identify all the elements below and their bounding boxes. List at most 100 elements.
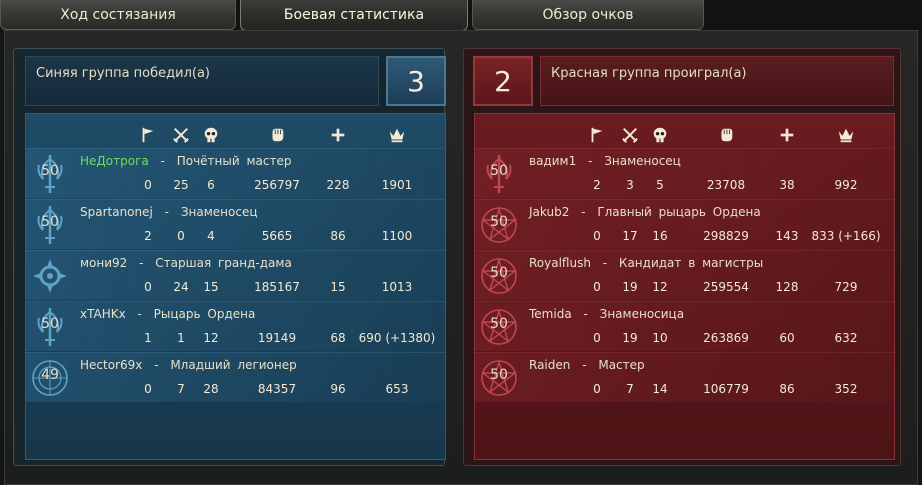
- stat-heal: 38: [779, 178, 795, 192]
- player-name[interactable]: Jakub2: [529, 205, 569, 219]
- plus-icon: [325, 122, 351, 148]
- player-row[interactable]: 50 Jakub2 - Главный рыцарь Ордена 0 17 16 298…: [475, 199, 894, 249]
- fist-icon: [264, 122, 290, 148]
- stat-points: 1013: [381, 280, 413, 294]
- stat-damage: 84357: [257, 382, 297, 396]
- stat-kills: 19: [622, 331, 638, 345]
- player-name[interactable]: Spartanonej: [80, 205, 153, 219]
- stat-deaths: 28: [203, 382, 219, 396]
- stat-deaths: 16: [652, 229, 668, 243]
- stat-points: 352: [834, 382, 858, 396]
- stat-heal: 228: [326, 178, 350, 192]
- blue-team-result: Синяя группа победил(а): [25, 56, 379, 106]
- player-name[interactable]: вадим1: [529, 154, 576, 168]
- stat-kills: 0: [177, 229, 185, 243]
- stat-points: 653: [385, 382, 409, 396]
- tab-label: Ход состязания: [60, 6, 176, 23]
- red-result-text: Красная группа проиграл(а): [551, 66, 747, 81]
- stat-flags: 2: [593, 178, 601, 192]
- stat-kills: 3: [626, 178, 634, 192]
- player-name[interactable]: НеДотрога: [80, 154, 149, 168]
- player-row[interactable]: 50 xTAHKx - Рыцарь Ордена 1 1 12 19149 68 690 (…: [26, 301, 445, 351]
- stat-flags: 0: [593, 331, 601, 345]
- player-row[interactable]: 50 Royalflush - Кандидат в магистры 0 19 12 2…: [475, 250, 894, 300]
- stat-flags: 0: [144, 280, 152, 294]
- stat-damage: 106779: [703, 382, 749, 396]
- blue-result-text: Синяя группа победил(а): [36, 66, 210, 81]
- stat-heal: 143: [775, 229, 799, 243]
- name-separator: -: [574, 205, 593, 219]
- stat-kills: 25: [173, 178, 189, 192]
- stat-deaths: 4: [207, 229, 215, 243]
- stat-deaths: 14: [652, 382, 668, 396]
- name-separator: -: [581, 154, 600, 168]
- tab-match-progress[interactable]: Ход состязания: [0, 0, 236, 30]
- name-separator: -: [157, 205, 176, 219]
- player-level: 50: [490, 316, 508, 332]
- player-row[interactable]: 50 НеДотрога - Почётный мастер 0 25 6 256797 2…: [26, 148, 445, 198]
- player-name[interactable]: Raiden: [529, 358, 570, 372]
- stat-heal: 86: [779, 382, 795, 396]
- blue-team-score: 3: [386, 56, 446, 106]
- tab-bar: Ход состязания Боевая статистика Обзор о…: [0, 0, 922, 31]
- player-level: 50: [490, 163, 508, 179]
- stat-damage: 5665: [261, 229, 293, 243]
- stat-deaths: 12: [652, 280, 668, 294]
- player-row[interactable]: 50 Spartanonej - Знаменосец 2 0 4 5665 86 1100: [26, 199, 445, 249]
- player-level: 50: [490, 265, 508, 281]
- player-row[interactable]: 49 Hector69x - Младший легионер 0 7 28 84357 9…: [26, 352, 445, 402]
- stat-heal: 128: [775, 280, 799, 294]
- name-separator: -: [575, 358, 594, 372]
- name-separator: -: [153, 154, 172, 168]
- fist-icon: [713, 122, 739, 148]
- name-separator: -: [130, 307, 149, 321]
- player-name-title: мони92 - Старшая гранд-дама: [80, 256, 292, 270]
- blue-score-value: 3: [407, 64, 425, 98]
- player-name-title: Jakub2 - Главный рыцарь Ордена: [529, 205, 761, 219]
- player-name-title: НеДотрога - Почётный мастер: [80, 154, 291, 168]
- player-name-title: вадим1 - Знаменосец: [529, 154, 681, 168]
- stat-damage: 263869: [703, 331, 749, 345]
- stat-points: 833 (+166): [811, 229, 881, 243]
- stat-deaths: 5: [656, 178, 664, 192]
- player-level: 50: [490, 214, 508, 230]
- stat-points: 632: [834, 331, 858, 345]
- player-level: 49: [41, 367, 59, 383]
- player-title: Знаменосица: [599, 307, 685, 321]
- player-row[interactable]: мони92 - Старшая гранд-дама 0 24 15 185167 15…: [26, 250, 445, 300]
- player-level: 50: [41, 316, 59, 332]
- player-row[interactable]: 50 Raiden - Мастер 0 7 14 106779 86 352: [475, 352, 894, 402]
- player-name[interactable]: Temida: [529, 307, 572, 321]
- player-title: Почётный мастер: [176, 154, 292, 168]
- player-name-title: Temida - Знаменосица: [529, 307, 684, 321]
- player-name[interactable]: Royalflush: [529, 256, 591, 270]
- tab-battle-stats[interactable]: Боевая статистика: [240, 0, 468, 31]
- player-name-title: xTAHKx - Рыцарь Ордена: [80, 307, 255, 321]
- player-name[interactable]: xTAHKx: [80, 307, 126, 321]
- player-row[interactable]: 50 Temida - Знаменосица 0 19 10 263869 60 632: [475, 301, 894, 351]
- name-separator: -: [132, 256, 151, 270]
- stat-heal: 68: [330, 331, 346, 345]
- tab-label: Обзор очков: [542, 6, 634, 23]
- player-name[interactable]: мони92: [80, 256, 127, 270]
- stat-damage: 256797: [254, 178, 300, 192]
- player-row[interactable]: 50 вадим1 - Знаменосец 2 3 5 23708 38 992: [475, 148, 894, 198]
- crossed-swords-icon: [617, 122, 643, 148]
- tab-label: Боевая статистика: [283, 7, 425, 23]
- stat-deaths: 15: [203, 280, 219, 294]
- player-name-title: Raiden - Мастер: [529, 358, 645, 372]
- crown-icon: [833, 122, 859, 148]
- player-name[interactable]: Hector69x: [80, 358, 142, 372]
- player-name-title: Hector69x - Младший легионер: [80, 358, 297, 372]
- stat-kills: 24: [173, 280, 189, 294]
- tab-score-overview[interactable]: Обзор очков: [472, 0, 704, 30]
- player-title: Старшая гранд-дама: [155, 256, 292, 270]
- player-title: Младший легионер: [170, 358, 297, 372]
- stat-kills: 17: [622, 229, 638, 243]
- stat-points: 1901: [381, 178, 413, 192]
- stat-damage: 259554: [703, 280, 749, 294]
- red-stats-table: 50 вадим1 - Знаменосец 2 3 5 23708 38 992 50 Jaku…: [474, 113, 895, 460]
- stat-heal: 86: [330, 229, 346, 243]
- player-name-title: Spartanonej - Знаменосец: [80, 205, 258, 219]
- skull-icon: [198, 122, 224, 148]
